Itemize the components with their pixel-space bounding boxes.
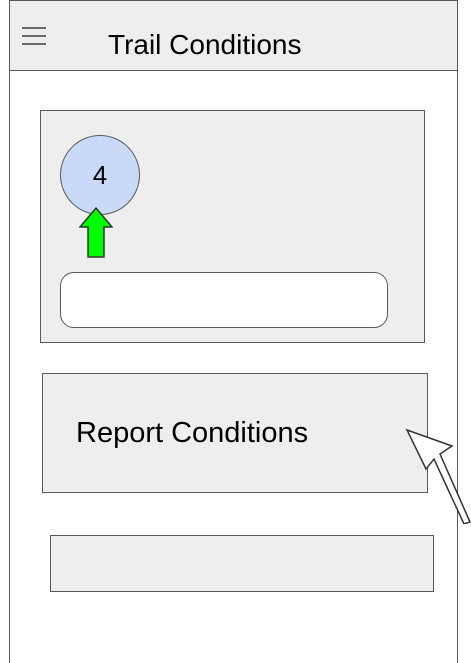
up-arrow-icon[interactable] [79,207,113,259]
report-conditions-button[interactable]: Report Conditions [42,373,428,493]
header-bar: Trail Conditions [9,0,458,71]
vote-count-badge: 4 [60,135,140,215]
condition-input[interactable] [60,272,388,328]
bottom-panel [50,535,434,592]
trail-condition-card: 4 [40,110,425,343]
page-title: Trail Conditions [108,29,302,60]
hamburger-menu-icon[interactable] [22,27,46,45]
